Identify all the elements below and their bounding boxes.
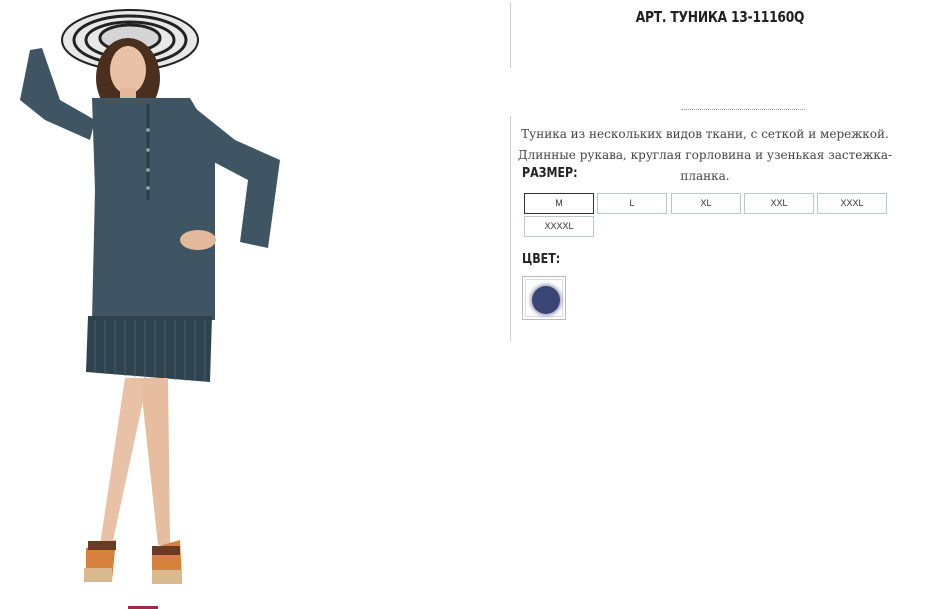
size-option-l[interactable]: L <box>597 193 667 214</box>
swatch-frame <box>525 279 563 317</box>
color-dot <box>532 286 560 314</box>
product-photo[interactable] <box>0 0 300 609</box>
divider <box>510 116 511 341</box>
color-label: ЦВЕТ: <box>522 252 561 267</box>
dotted-separator <box>681 109 805 110</box>
product-title: АРТ. ТУНИКА 13-11160Q <box>635 8 805 26</box>
size-option-xl[interactable]: XL <box>671 193 741 214</box>
size-option-xxl[interactable]: XXL <box>744 193 814 214</box>
color-swatch[interactable] <box>522 276 566 320</box>
divider <box>510 2 511 68</box>
size-option-xxxxl[interactable]: XXXXL <box>524 216 594 237</box>
size-option-m[interactable]: M <box>524 193 594 214</box>
legs <box>100 378 148 545</box>
tunic <box>92 98 215 320</box>
model-illustration <box>20 9 280 584</box>
size-label: РАЗМЕР: <box>522 166 578 181</box>
size-option-xxxl[interactable]: XXXL <box>817 193 887 214</box>
face <box>110 46 146 94</box>
